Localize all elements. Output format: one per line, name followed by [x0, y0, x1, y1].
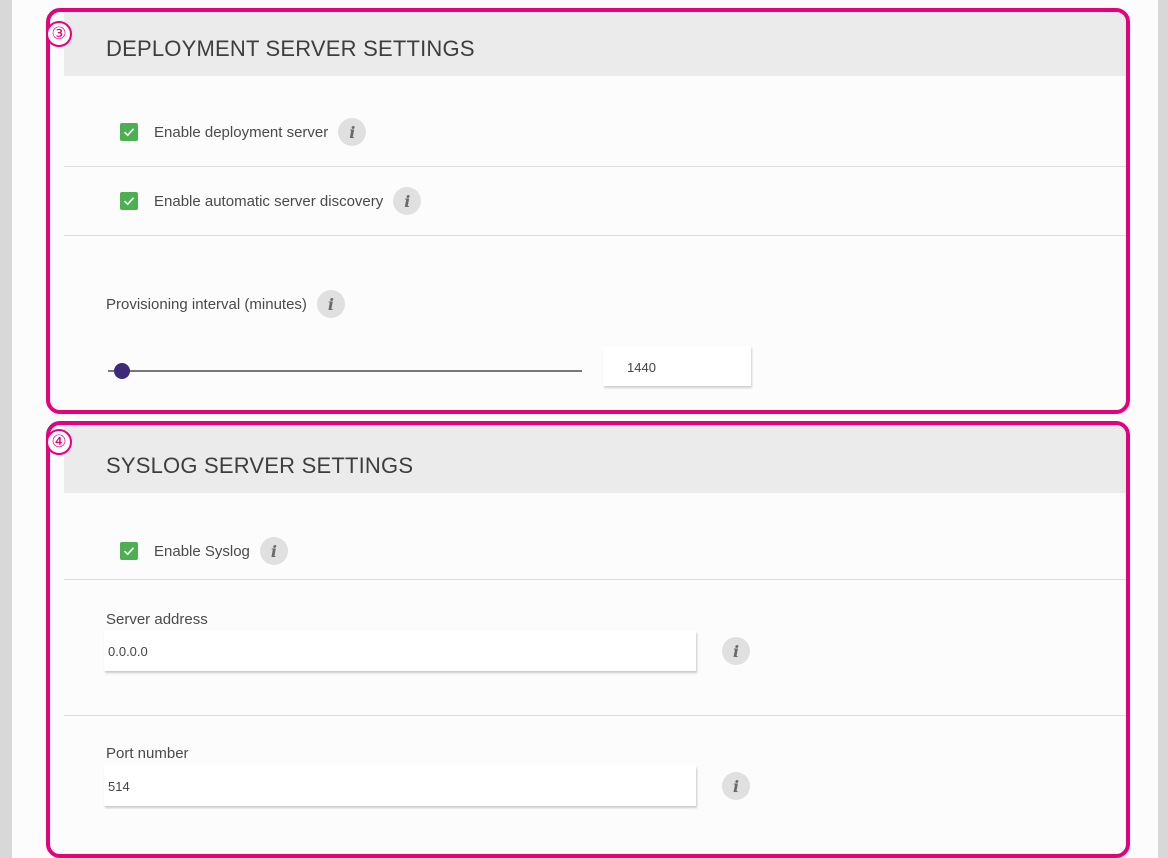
server-address-input[interactable]: 0.0.0.0: [104, 631, 696, 671]
checkmark-icon: [123, 547, 135, 556]
enable-deployment-server-row: Enable deployment server i: [120, 118, 367, 146]
section-header: DEPLOYMENT SERVER SETTINGS: [64, 12, 1126, 76]
provisioning-interval-slider-handle[interactable]: [114, 363, 131, 379]
provisioning-interval-slider-track[interactable]: [108, 370, 582, 372]
enable-automatic-discovery-checkbox[interactable]: [120, 192, 138, 210]
divider: [64, 715, 1126, 716]
section-title: DEPLOYMENT SERVER SETTINGS: [106, 36, 475, 61]
divider: [64, 579, 1126, 580]
info-icon[interactable]: i: [338, 118, 367, 146]
right-margin-bar: [1158, 0, 1168, 858]
callout-marker-3: ③: [46, 21, 72, 47]
checkmark-icon: [123, 197, 135, 206]
info-icon[interactable]: i: [316, 290, 345, 318]
section-header: SYSLOG SERVER SETTINGS: [64, 425, 1126, 493]
info-icon[interactable]: i: [722, 772, 750, 800]
section-title: SYSLOG SERVER SETTINGS: [106, 453, 414, 478]
provisioning-interval-label-row: Provisioning interval (minutes) i: [106, 290, 345, 318]
info-icon[interactable]: i: [393, 187, 422, 215]
enable-automatic-discovery-row: Enable automatic server discovery i: [120, 187, 422, 215]
enable-deployment-server-checkbox[interactable]: [120, 123, 138, 141]
enable-syslog-row: Enable Syslog i: [120, 537, 288, 565]
port-number-input[interactable]: 514: [104, 766, 696, 806]
info-icon[interactable]: i: [722, 637, 750, 665]
syslog-server-settings-section: SYSLOG SERVER SETTINGS Enable Syslog i S…: [46, 421, 1130, 858]
checkbox-label: Enable Syslog: [154, 542, 250, 560]
left-margin-bar: [0, 0, 12, 858]
divider: [64, 235, 1126, 236]
enable-syslog-checkbox[interactable]: [120, 542, 138, 560]
provisioning-interval-input[interactable]: 1440: [603, 346, 751, 386]
deployment-server-settings-section: DEPLOYMENT SERVER SETTINGS Enable deploy…: [46, 8, 1130, 414]
callout-marker-4: ④: [46, 429, 72, 455]
divider: [64, 166, 1126, 167]
provisioning-interval-label: Provisioning interval (minutes): [106, 295, 307, 313]
port-number-label: Port number: [106, 745, 189, 762]
checkbox-label: Enable deployment server: [154, 123, 329, 141]
info-icon[interactable]: i: [259, 537, 288, 565]
checkbox-label: Enable automatic server discovery: [154, 192, 384, 210]
checkmark-icon: [123, 128, 135, 137]
server-address-label: Server address: [106, 611, 208, 628]
